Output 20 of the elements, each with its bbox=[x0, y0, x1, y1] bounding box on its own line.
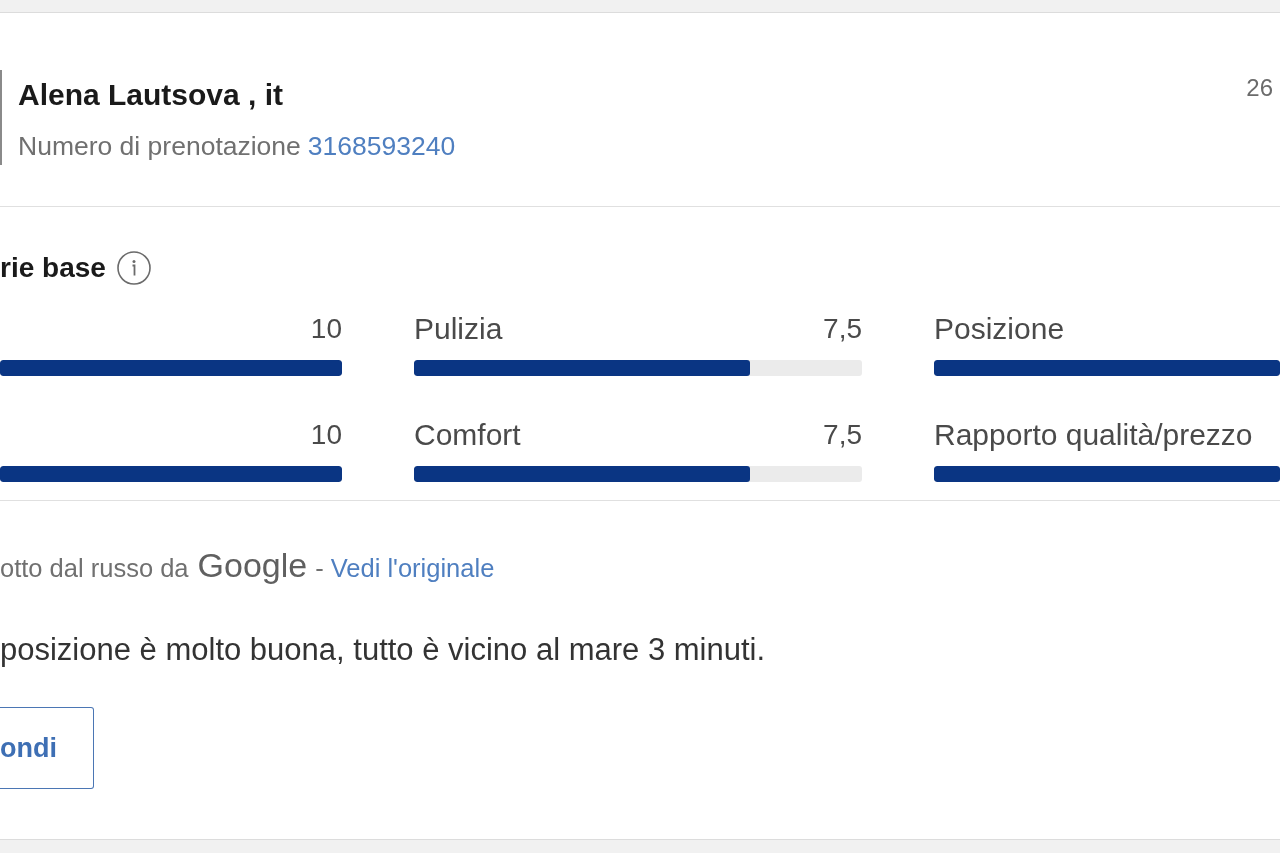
section-title: rie base bbox=[0, 251, 106, 285]
guest-name: Alena Lautsova , it bbox=[18, 78, 284, 112]
original-link[interactable]: Vedi l'originale bbox=[330, 554, 495, 583]
category-label: Pulizia bbox=[414, 312, 503, 346]
category-label: Posizione bbox=[934, 312, 1065, 346]
category-score: 10 bbox=[310, 418, 342, 452]
category-score: 7,5 bbox=[823, 418, 862, 452]
category-label: Comfort bbox=[414, 418, 521, 452]
separator-text: - bbox=[315, 554, 324, 583]
provider-name: Google bbox=[197, 546, 308, 585]
category-label: Rapporto qualità/prezzo bbox=[934, 418, 1253, 452]
review-text: posizione è molto buona, tutto è vicino al mare 3 minuti. bbox=[0, 632, 766, 668]
translation-note: otto dal russo da bbox=[0, 554, 189, 583]
info-icon[interactable] bbox=[116, 251, 151, 285]
booking-number-link[interactable]: 3168593240 bbox=[307, 131, 456, 161]
reply-button[interactable]: ondi bbox=[0, 707, 94, 789]
category-score: 7,5 bbox=[823, 312, 862, 346]
review-date: 26 bbox=[1246, 73, 1274, 103]
booking-label: Numero di prenotazione bbox=[18, 131, 301, 161]
category-score: 10 bbox=[310, 312, 342, 346]
